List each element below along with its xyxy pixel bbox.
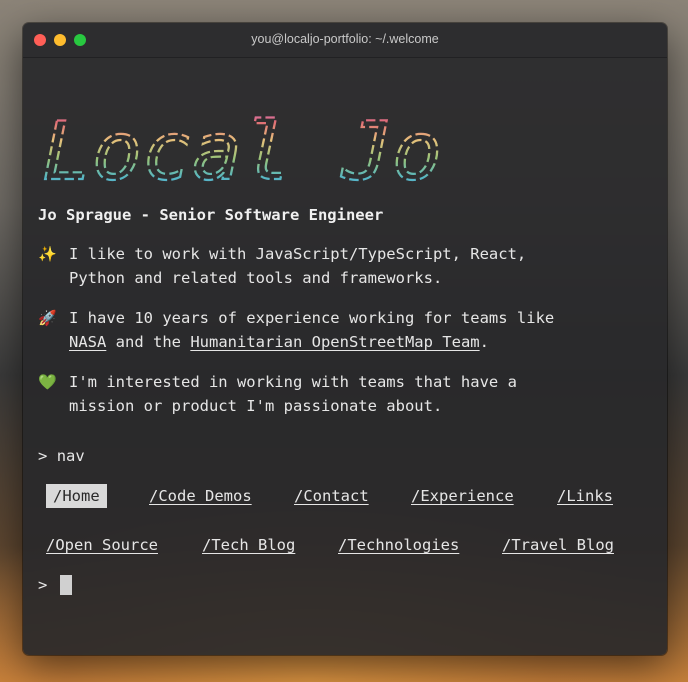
nav-home[interactable]: /Home [46, 484, 107, 508]
page-heading: Jo Sprague - Senior Software Engineer [38, 206, 384, 224]
nav-experience[interactable]: /Experience [411, 484, 514, 508]
nav-links[interactable]: /Links [557, 484, 613, 508]
window-title: you@localjo-portfolio: ~/.welcome [251, 32, 439, 46]
bullet-skills-line2: Python and related tools and frameworks. [69, 269, 443, 287]
terminal-cursor[interactable] [60, 575, 72, 595]
green-heart-icon: 💚 [38, 373, 57, 391]
rocket-icon: 🚀 [38, 309, 57, 327]
prompt-command: nav [56, 447, 85, 465]
terminal-content: Local Jo Jo Sprague - Senior Software En… [38, 57, 655, 655]
prompt-symbol: > [38, 447, 48, 465]
input-prompt: > [38, 573, 47, 597]
nav-contact[interactable]: /Contact [294, 484, 369, 508]
nav-code-demos[interactable]: /Code Demos [149, 484, 252, 508]
nasa-link[interactable]: NASA [69, 333, 106, 351]
logo-ascii-art: Local Jo [41, 107, 443, 197]
bullet-interests-line1: I'm interested in working with teams tha… [69, 373, 517, 391]
prompt-symbol: > [38, 576, 48, 594]
nav-open-source[interactable]: /Open Source [46, 533, 158, 557]
hot-link[interactable]: Humanitarian OpenStreetMap Team [190, 333, 479, 351]
sparkles-icon: ✨ [38, 245, 57, 263]
nav-tech-blog[interactable]: /Tech Blog [202, 533, 295, 557]
link-separator-text: and the [106, 333, 191, 351]
logo-text: Local Jo [42, 107, 442, 197]
bullet-experience-line1: I have 10 years of experience working fo… [69, 309, 555, 327]
title-bar: you@localjo-portfolio: ~/.welcome [23, 23, 667, 58]
sentence-end: . [479, 333, 489, 351]
terminal-window: you@localjo-portfolio: ~/.welcome Local … [23, 23, 667, 655]
bullet-experience-line2: NASA and the Humanitarian OpenStreetMap … [69, 330, 629, 354]
command-prompt: > nav [38, 444, 85, 468]
nav-technologies[interactable]: /Technologies [338, 533, 459, 557]
bullet-interests-line2: mission or product I'm passionate about. [69, 397, 443, 415]
nav-travel-blog[interactable]: /Travel Blog [502, 533, 614, 557]
bullet-skills-line1: I like to work with JavaScript/TypeScrip… [69, 245, 527, 263]
